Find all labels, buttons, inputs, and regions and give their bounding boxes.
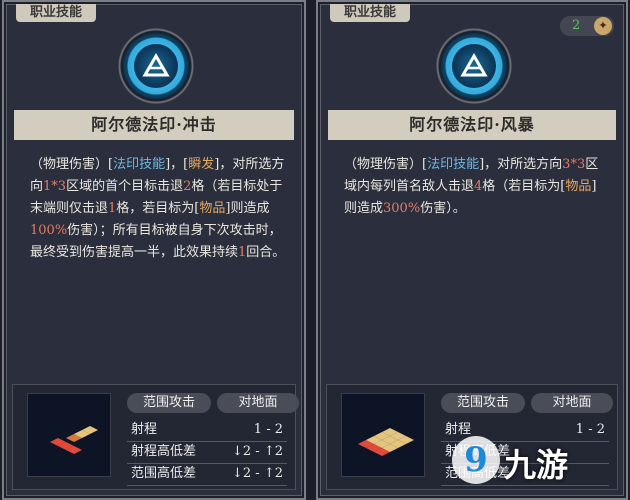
stats-table: 范围攻击 对地面 射程 1 - 2 射程高低差 ↓2 - ↑2 范围高低差 ↓2 - … [127, 391, 299, 486]
skill-description: （物理伤害）[法印技能]，[瞬发]，对所选方向1*3区域的首个目标击退2格（若目… [30, 157, 286, 260]
sign-orb-icon [114, 24, 198, 108]
upgrade-counter[interactable]: 2 ✦ [560, 16, 614, 36]
target-type-badge: 对地面 [531, 393, 613, 413]
watermark-logo-icon: 9 [452, 436, 500, 484]
skill-card-impact: 职业技能 阿尔德法印·冲击 （物理伤害）[法印技能]，[瞬发]，对所选方向1*3… [2, 0, 306, 500]
tag-sign-skill: 法印技能 [113, 157, 166, 172]
aard-sign-icon [134, 44, 178, 88]
height-diff-row: 射程高低差 ↓2 - ↑2 [127, 441, 287, 464]
target-type-badge: 对地面 [217, 393, 299, 413]
gear-icon: ✦ [594, 17, 612, 35]
attack-type-badge: 范围攻击 [127, 393, 211, 413]
tag-sign-skill: 法印技能 [427, 157, 480, 172]
skill-title: 阿尔德法印·冲击 [14, 110, 294, 140]
attack-type-badge: 范围攻击 [441, 393, 525, 413]
watermark-name: 九游 [504, 446, 569, 484]
skill-title: 阿尔德法印·风暴 [328, 110, 616, 140]
card-tag: 职业技能 [330, 4, 411, 22]
area-grid-preview [341, 393, 425, 477]
area-height-row: 范围高低差 ↓2 - ↑2 [127, 463, 287, 486]
watermark: 9 九游 [452, 432, 622, 492]
tag-instant: 瞬发 [188, 157, 215, 172]
aard-sign-icon [452, 44, 496, 88]
skill-card-storm: 职业技能 2 ✦ 阿尔德法印·风暴 （物理伤害）[法印技能]，对所选方向3*3区… [316, 0, 628, 500]
sign-orb-icon [432, 24, 516, 108]
card-tag: 职业技能 [16, 4, 97, 22]
range-row: 射程 1 - 2 [127, 419, 287, 442]
skill-stats-panel: 范围攻击 对地面 射程 1 - 2 射程高低差 ↓2 - ↑2 范围高低差 ↓2 - … [12, 384, 299, 490]
skill-description: （物理伤害）[法印技能]，对所选方向3*3区域内每列首名敌人击退4格（若目标为[… [344, 157, 599, 216]
area-grid-preview [27, 393, 111, 477]
